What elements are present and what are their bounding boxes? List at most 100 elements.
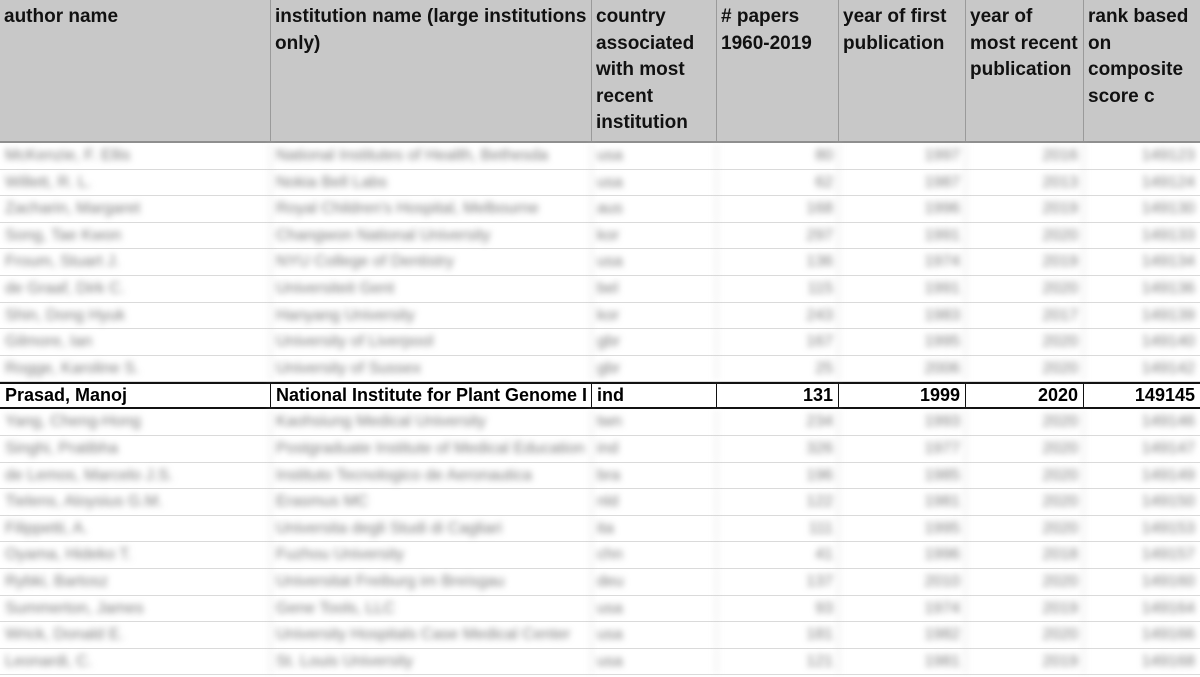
country-cell[interactable]: bra bbox=[592, 462, 717, 489]
table-row[interactable]: Song, Tae Kwon Changwon National Universi… bbox=[0, 222, 1200, 250]
table-row[interactable]: McKenzie, F. Ellis National Institutes of… bbox=[0, 143, 1200, 170]
author-name-cell[interactable]: Zacharin, Margaret bbox=[0, 196, 271, 222]
papers-cell[interactable]: 111 bbox=[717, 515, 839, 542]
year-recent-cell[interactable]: 2020 bbox=[966, 275, 1084, 302]
header-year-first[interactable]: year of first publication bbox=[839, 0, 966, 141]
rank-cell[interactable]: 149136 bbox=[1084, 276, 1200, 302]
author-name-cell[interactable]: Yang, Cheng-Hong bbox=[0, 409, 271, 435]
country-cell[interactable]: gbr bbox=[592, 355, 717, 382]
author-name-cell[interactable]: de Graaf, Dirk C. bbox=[0, 275, 271, 302]
table-row[interactable]: Oyama, Hideko T. Fuzhou University chn 41 19… bbox=[0, 542, 1200, 569]
table-row[interactable]: de Lemos, Marcelo J.S. Instituto Tecnolog… bbox=[0, 462, 1200, 490]
author-name-cell[interactable]: Leonardi, C. bbox=[0, 648, 271, 675]
table-row[interactable]: de Graaf, Dirk C. Universiteit Gent bel 115… bbox=[0, 275, 1200, 303]
header-papers[interactable]: # papers 1960-2019 bbox=[717, 0, 839, 141]
table-row[interactable]: Willett, R. L. Nokia Bell Labs usa 62 1987 20… bbox=[0, 169, 1200, 197]
year-first-cell[interactable]: 1991 bbox=[839, 222, 966, 249]
author-name-cell[interactable]: Shin, Dong Hyuk bbox=[0, 302, 271, 329]
country-cell[interactable]: kor bbox=[592, 222, 717, 249]
table-row[interactable]: Summerton, James Gene Tools, LLC usa 93 1974… bbox=[0, 595, 1200, 623]
rank-cell[interactable]: 149139 bbox=[1084, 303, 1200, 329]
author-name-cell[interactable]: Willett, R. L. bbox=[0, 169, 271, 196]
rank-cell[interactable]: 149157 bbox=[1084, 542, 1200, 568]
institution-cell[interactable]: University of Sussex bbox=[271, 355, 592, 382]
year-recent-cell[interactable]: 2020 bbox=[966, 462, 1084, 489]
header-rank[interactable]: rank based on composite score c bbox=[1084, 0, 1200, 141]
country-cell[interactable]: deu bbox=[592, 568, 717, 595]
table-row[interactable]: Wrick, Donald E. University Hospitals Cas… bbox=[0, 622, 1200, 649]
author-name-cell[interactable]: Prasad, Manoj bbox=[0, 384, 271, 408]
papers-cell[interactable]: 297 bbox=[717, 222, 839, 249]
institution-cell[interactable]: Royal Children's Hospital, Melbourne bbox=[271, 196, 592, 222]
table-row[interactable]: Singhi, Pratibha Postgraduate Institute o… bbox=[0, 435, 1200, 463]
rank-cell[interactable]: 149130 bbox=[1084, 196, 1200, 222]
table-row[interactable]: Rybki, Bartosz Universitat Freiburg im Br… bbox=[0, 568, 1200, 596]
table-row[interactable]: Rogge, Karoline S. University of Sussex gb… bbox=[0, 355, 1200, 383]
institution-cell[interactable]: Kaohsiung Medical University bbox=[271, 409, 592, 435]
author-name-cell[interactable]: McKenzie, F. Ellis bbox=[0, 143, 271, 169]
institution-cell[interactable]: Hanyang University bbox=[271, 302, 592, 329]
year-first-cell[interactable]: 1985 bbox=[839, 462, 966, 489]
institution-cell[interactable]: Fuzhou University bbox=[271, 542, 592, 568]
rank-cell[interactable]: 149142 bbox=[1084, 356, 1200, 382]
country-cell[interactable]: kor bbox=[592, 302, 717, 329]
country-cell[interactable]: ind bbox=[592, 435, 717, 462]
author-name-cell[interactable]: Singhi, Pratibha bbox=[0, 435, 271, 462]
header-author-name[interactable]: author name bbox=[0, 0, 271, 141]
papers-cell[interactable]: 93 bbox=[717, 595, 839, 622]
year-first-cell[interactable]: 1995 bbox=[839, 329, 966, 355]
table-row[interactable]: Leonardi, C. St. Louis University usa 121 19… bbox=[0, 648, 1200, 676]
author-name-cell[interactable]: Song, Tae Kwon bbox=[0, 222, 271, 249]
year-recent-cell[interactable]: 2020 bbox=[966, 622, 1084, 648]
papers-cell[interactable]: 167 bbox=[717, 329, 839, 355]
papers-cell[interactable]: 181 bbox=[717, 622, 839, 648]
year-recent-cell[interactable]: 2020 bbox=[966, 409, 1084, 435]
rank-cell[interactable]: 149164 bbox=[1084, 596, 1200, 622]
country-cell[interactable]: twn bbox=[592, 409, 717, 435]
author-name-cell[interactable]: de Lemos, Marcelo J.S. bbox=[0, 462, 271, 489]
author-name-cell[interactable]: Gilmore, Ian bbox=[0, 329, 271, 355]
year-recent-cell[interactable]: 2020 bbox=[966, 355, 1084, 382]
year-recent-cell[interactable]: 2019 bbox=[966, 648, 1084, 675]
year-recent-cell[interactable]: 2020 bbox=[966, 568, 1084, 595]
year-first-cell[interactable]: 1999 bbox=[839, 384, 966, 408]
institution-cell[interactable]: NYU College of Dentistry bbox=[271, 249, 592, 275]
year-recent-cell[interactable]: 2020 bbox=[966, 489, 1084, 515]
country-cell[interactable]: nld bbox=[592, 489, 717, 515]
papers-cell[interactable]: 196 bbox=[717, 462, 839, 489]
institution-cell[interactable]: Gene Tools, LLC bbox=[271, 595, 592, 622]
rank-cell[interactable]: 149124 bbox=[1084, 170, 1200, 196]
country-cell[interactable]: usa bbox=[592, 648, 717, 675]
rank-cell[interactable]: 149147 bbox=[1084, 436, 1200, 462]
year-first-cell[interactable]: 1981 bbox=[839, 489, 966, 515]
country-cell[interactable]: gbr bbox=[592, 329, 717, 355]
papers-cell[interactable]: 137 bbox=[717, 568, 839, 595]
country-cell[interactable]: chn bbox=[592, 542, 717, 568]
year-first-cell[interactable]: 1993 bbox=[839, 409, 966, 435]
institution-cell[interactable]: University of Liverpool bbox=[271, 329, 592, 355]
institution-cell[interactable]: Postgraduate Institute of Medical Educat… bbox=[271, 435, 592, 462]
rank-cell[interactable]: 149146 bbox=[1084, 409, 1200, 435]
institution-cell[interactable]: Universitat Freiburg im Breisgau bbox=[271, 568, 592, 595]
papers-cell[interactable]: 243 bbox=[717, 302, 839, 329]
year-recent-cell[interactable]: 2013 bbox=[966, 169, 1084, 196]
table-row[interactable]: Yang, Cheng-Hong Kaohsiung Medical Univer… bbox=[0, 409, 1200, 436]
author-name-cell[interactable]: Oyama, Hideko T. bbox=[0, 542, 271, 568]
year-first-cell[interactable]: 2006 bbox=[839, 355, 966, 382]
country-cell[interactable]: usa bbox=[592, 143, 717, 169]
year-recent-cell[interactable]: 2020 bbox=[966, 384, 1084, 408]
papers-cell[interactable]: 131 bbox=[717, 384, 839, 408]
year-recent-cell[interactable]: 2019 bbox=[966, 196, 1084, 222]
institution-cell[interactable]: Erasmus MC bbox=[271, 489, 592, 515]
country-cell[interactable]: bel bbox=[592, 275, 717, 302]
year-first-cell[interactable]: 2010 bbox=[839, 568, 966, 595]
year-recent-cell[interactable]: 2020 bbox=[966, 222, 1084, 249]
papers-cell[interactable]: 121 bbox=[717, 648, 839, 675]
papers-cell[interactable]: 41 bbox=[717, 542, 839, 568]
year-first-cell[interactable]: 1996 bbox=[839, 196, 966, 222]
institution-cell[interactable]: St. Louis University bbox=[271, 648, 592, 675]
papers-cell[interactable]: 80 bbox=[717, 143, 839, 169]
author-name-cell[interactable]: Froum, Stuart J. bbox=[0, 249, 271, 275]
institution-cell[interactable]: Instituto Tecnologico de Aeronautica bbox=[271, 462, 592, 489]
papers-cell[interactable]: 136 bbox=[717, 249, 839, 275]
